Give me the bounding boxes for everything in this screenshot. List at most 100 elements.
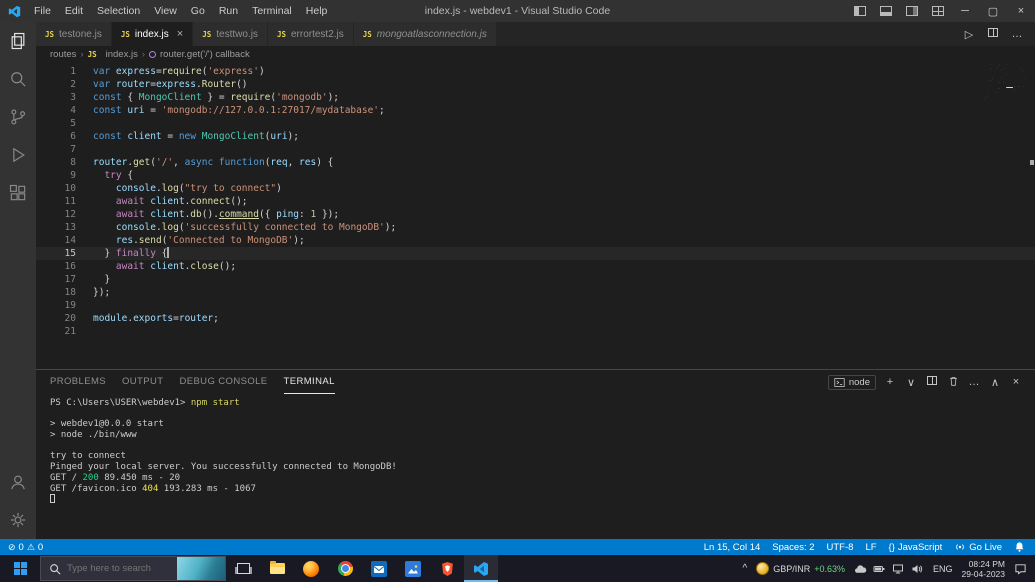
editor-more-actions-icon[interactable]: … — [1007, 28, 1027, 40]
outlook-button[interactable] — [362, 555, 396, 582]
panel-tab-terminal[interactable]: TERMINAL — [284, 371, 335, 394]
language-mode[interactable]: {} JavaScript — [889, 542, 943, 553]
input-language-indicator[interactable]: ENG — [933, 564, 953, 574]
start-button[interactable] — [0, 555, 40, 582]
tab-testtwo.js[interactable]: JStesttwo.js — [193, 22, 268, 46]
maximize-button[interactable]: ▢ — [979, 0, 1007, 22]
code-line-2[interactable]: 2var router=express.Router() — [36, 78, 1035, 91]
run-debug-icon[interactable] — [0, 136, 36, 174]
taskbar-search-box[interactable] — [40, 556, 226, 581]
run-file-button[interactable]: ▷ — [959, 28, 979, 41]
onedrive-icon[interactable] — [854, 563, 867, 575]
hidden-icons-chevron[interactable]: ^ — [743, 563, 748, 574]
code-line-8[interactable]: 8router.get('/', async function(req, res… — [36, 156, 1035, 169]
menu-view[interactable]: View — [147, 0, 184, 22]
close-button[interactable]: × — [1007, 0, 1035, 22]
code-line-21[interactable]: 21 — [36, 325, 1035, 338]
new-terminal-icon[interactable]: + — [883, 376, 897, 388]
encoding-setting[interactable]: UTF-8 — [827, 542, 854, 553]
volume-icon[interactable] — [911, 563, 924, 575]
toggle-secondary-sidebar-icon[interactable] — [906, 6, 918, 16]
terminal-shell-selector[interactable]: node — [828, 375, 876, 390]
tab-close-icon[interactable]: × — [177, 28, 183, 40]
code-line-10[interactable]: 10 console.log("try to connect") — [36, 182, 1035, 195]
code-line-13[interactable]: 13 console.log('successfully connected t… — [36, 221, 1035, 234]
explorer-icon[interactable] — [0, 22, 36, 60]
toggle-panel-icon[interactable] — [880, 6, 892, 16]
notifications-bell[interactable] — [1014, 541, 1025, 553]
action-center-icon[interactable] — [1014, 563, 1027, 575]
eol-setting[interactable]: LF — [865, 542, 876, 553]
panel-tab-problems[interactable]: PROBLEMS — [50, 371, 106, 394]
panel-more-actions-icon[interactable]: … — [967, 376, 981, 388]
code-line-4[interactable]: 4const uri = 'mongodb://127.0.0.1:27017/… — [36, 104, 1035, 117]
news-interests-widget[interactable]: GBP/INR +0.63% — [756, 562, 845, 575]
toggle-sidebar-icon[interactable] — [854, 6, 866, 16]
menu-terminal[interactable]: Terminal — [245, 0, 299, 22]
tab-errortest2.js[interactable]: JSerrortest2.js — [268, 22, 354, 46]
extensions-icon[interactable] — [0, 174, 36, 212]
code-line-7[interactable]: 7 — [36, 143, 1035, 156]
code-editor[interactable]: 1var express=require('express')2var rout… — [36, 62, 1035, 369]
panel-tab-debug-console[interactable]: DEBUG CONSOLE — [179, 371, 267, 394]
split-terminal-icon[interactable] — [925, 376, 939, 388]
search-input[interactable] — [67, 563, 167, 574]
code-line-16[interactable]: 16 await client.close(); — [36, 260, 1035, 273]
breadcrumb-file[interactable]: index.js — [106, 49, 138, 60]
panel-tab-output[interactable]: OUTPUT — [122, 371, 163, 394]
tab-testone.js[interactable]: JStestone.js — [36, 22, 112, 46]
menu-file[interactable]: File — [27, 0, 58, 22]
close-panel-icon[interactable]: × — [1009, 376, 1023, 388]
network-icon[interactable] — [892, 563, 905, 575]
problems-indicator[interactable]: ⊘ 0 ⚠ 0 — [8, 542, 43, 553]
settings-gear-icon[interactable] — [0, 501, 36, 539]
code-line-6[interactable]: 6const client = new MongoClient(uri); — [36, 130, 1035, 143]
code-line-14[interactable]: 14 res.send('Connected to MongoDB'); — [36, 234, 1035, 247]
vscode-button[interactable] — [464, 555, 498, 582]
cursor-position[interactable]: Ln 15, Col 14 — [704, 542, 761, 553]
source-control-icon[interactable] — [0, 98, 36, 136]
minimap[interactable]: var express=require('express')var router… — [985, 64, 1027, 369]
windows-logo-icon — [14, 562, 27, 575]
terminal-output[interactable]: PS C:\Users\USER\webdev1> npm start> web… — [36, 394, 1035, 539]
task-view-button[interactable] — [226, 555, 260, 582]
maximize-panel-icon[interactable]: ∧ — [988, 376, 1002, 389]
code-line-12[interactable]: 12 await client.db().command({ ping: 1 }… — [36, 208, 1035, 221]
code-line-9[interactable]: 9 try { — [36, 169, 1035, 182]
split-editor-icon[interactable] — [983, 28, 1003, 40]
code-line-15[interactable]: 15 } finally { — [36, 247, 1035, 260]
minimize-button[interactable]: ─ — [951, 0, 979, 22]
code-line-20[interactable]: 20module.exports=router; — [36, 312, 1035, 325]
code-line-19[interactable]: 19 — [36, 299, 1035, 312]
code-line-18[interactable]: 18}); — [36, 286, 1035, 299]
menu-selection[interactable]: Selection — [90, 0, 147, 22]
code-line-5[interactable]: 5 — [36, 117, 1035, 130]
photos-button[interactable] — [396, 555, 430, 582]
breadcrumb-symbol[interactable]: router.get('/') callback — [160, 49, 250, 60]
code-line-17[interactable]: 17 } — [36, 273, 1035, 286]
terminal-dropdown-icon[interactable]: ∨ — [904, 376, 918, 389]
search-icon[interactable] — [0, 60, 36, 98]
menu-run[interactable]: Run — [212, 0, 245, 22]
kill-terminal-icon[interactable] — [946, 375, 960, 390]
chrome-button[interactable] — [328, 555, 362, 582]
go-live-button[interactable]: Go Live — [954, 541, 1002, 553]
file-explorer-button[interactable] — [260, 555, 294, 582]
menu-edit[interactable]: Edit — [58, 0, 90, 22]
tab-mongoatlasconnection.js[interactable]: JSmongoatlasconnection.js — [354, 22, 497, 46]
code-line-1[interactable]: 1var express=require('express') — [36, 65, 1035, 78]
tab-index.js[interactable]: JSindex.js× — [112, 22, 193, 46]
brave-button[interactable] — [430, 555, 464, 582]
firefox-button[interactable] — [294, 555, 328, 582]
breadcrumb-folder[interactable]: routes — [50, 49, 76, 60]
indentation-setting[interactable]: Spaces: 2 — [772, 542, 814, 553]
code-line-11[interactable]: 11 await client.connect(); — [36, 195, 1035, 208]
customize-layout-icon[interactable] — [932, 6, 944, 16]
code-line-3[interactable]: 3const { MongoClient } = require('mongod… — [36, 91, 1035, 104]
clock[interactable]: 08:24 PM 29-04-2023 — [962, 559, 1005, 579]
menu-help[interactable]: Help — [299, 0, 335, 22]
battery-icon[interactable] — [873, 563, 886, 575]
account-icon[interactable] — [0, 463, 36, 501]
menu-go[interactable]: Go — [184, 0, 212, 22]
search-highlight-image[interactable] — [177, 557, 225, 580]
